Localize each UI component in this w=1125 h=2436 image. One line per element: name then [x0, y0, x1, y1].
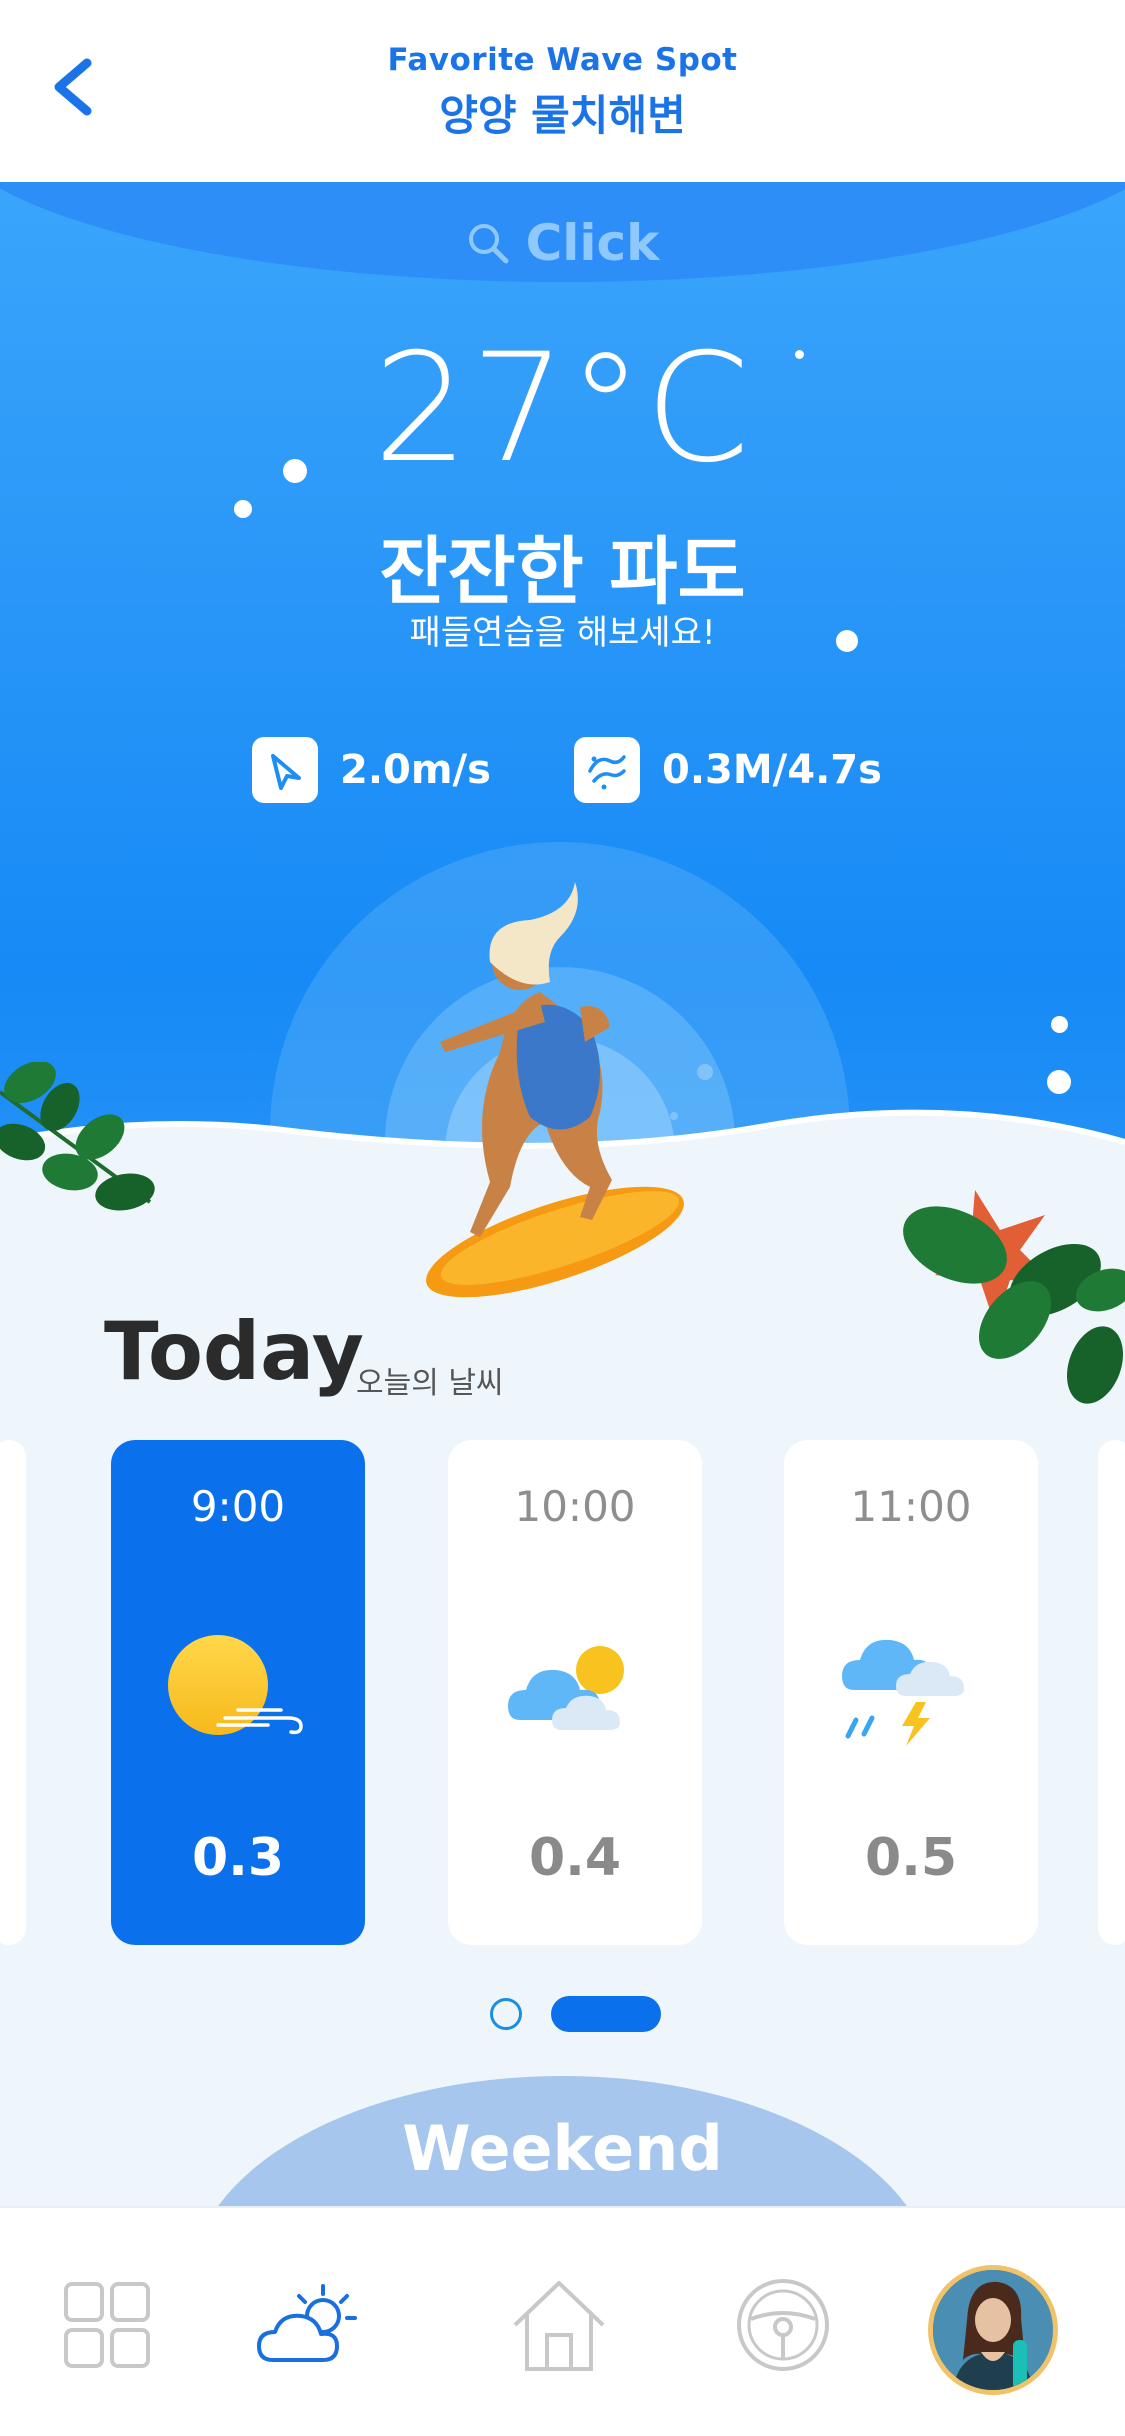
thunderstorm-icon — [842, 1639, 964, 1746]
home-icon — [513, 2281, 605, 2371]
wind-stat: 2.0m/s — [252, 737, 491, 803]
search-label: Click — [525, 214, 660, 272]
hourly-card-9[interactable]: 9:00 0.3 — [111, 1440, 365, 1945]
hourly-card-10[interactable]: 10:00 0.4 — [448, 1440, 702, 1945]
card-time: 9:00 — [190, 1482, 286, 1531]
weekend-label[interactable]: Weekend — [0, 2112, 1125, 2185]
card-value: 0.3 — [191, 1828, 285, 1888]
wave-condition: 잔잔한 파도 — [379, 529, 746, 615]
search-button[interactable]: Click — [0, 208, 1125, 278]
page-title: 양양 물치해변 — [439, 91, 686, 140]
card-time: 10:00 — [514, 1482, 636, 1531]
nav-grid[interactable] — [52, 2270, 162, 2380]
nav-weather[interactable] — [255, 2270, 365, 2380]
today-title: Today — [104, 1305, 364, 1398]
nav-drive[interactable] — [728, 2270, 838, 2380]
avatar-photo — [933, 2270, 1053, 2390]
card-value: 0.5 — [864, 1828, 958, 1888]
hourly-card-11[interactable]: 11:00 0.5 — [784, 1440, 1038, 1945]
weather-hero: Click 27°C 잔잔한 파도 패들연습을 해보세요! 2.0m/s 0.3… — [0, 182, 1125, 1312]
grid-icon — [64, 2282, 150, 2368]
wind-speed: 2.0m/s — [340, 747, 491, 793]
card-value: 0.4 — [528, 1828, 622, 1888]
sun-wind-icon — [168, 1635, 303, 1735]
card-edge-left[interactable] — [0, 1440, 26, 1945]
header: Favorite Wave Spot 양양 물치해변 — [0, 0, 1125, 182]
starfish-leaves-decoration — [903, 1190, 1125, 1404]
leaves-decoration — [0, 1062, 155, 1211]
bottom-nav — [0, 2206, 1125, 2436]
search-icon — [468, 224, 509, 264]
profile-avatar[interactable] — [928, 2265, 1058, 2395]
wave-stat: 0.3M/4.7s — [574, 737, 882, 803]
today-subtitle: 오늘의 날씨 — [356, 1366, 504, 1401]
surf-advice: 패들연습을 해보세요! — [409, 613, 716, 653]
wave-height-period: 0.3M/4.7s — [662, 747, 882, 793]
weather-icon — [257, 2284, 357, 2362]
wind-direction-icon — [252, 737, 318, 803]
partly-cloudy-icon — [508, 1646, 624, 1730]
nav-home[interactable] — [504, 2270, 614, 2380]
page-dot-2-active[interactable] — [551, 1996, 661, 2032]
page-dot-1[interactable] — [490, 1998, 522, 2030]
header-subtitle: Favorite Wave Spot — [387, 42, 738, 78]
card-time: 11:00 — [850, 1482, 972, 1531]
steering-wheel-icon — [737, 2279, 829, 2371]
temperature: 27°C — [373, 322, 752, 496]
wave-icon — [574, 737, 640, 803]
card-edge-right[interactable] — [1098, 1440, 1125, 1945]
